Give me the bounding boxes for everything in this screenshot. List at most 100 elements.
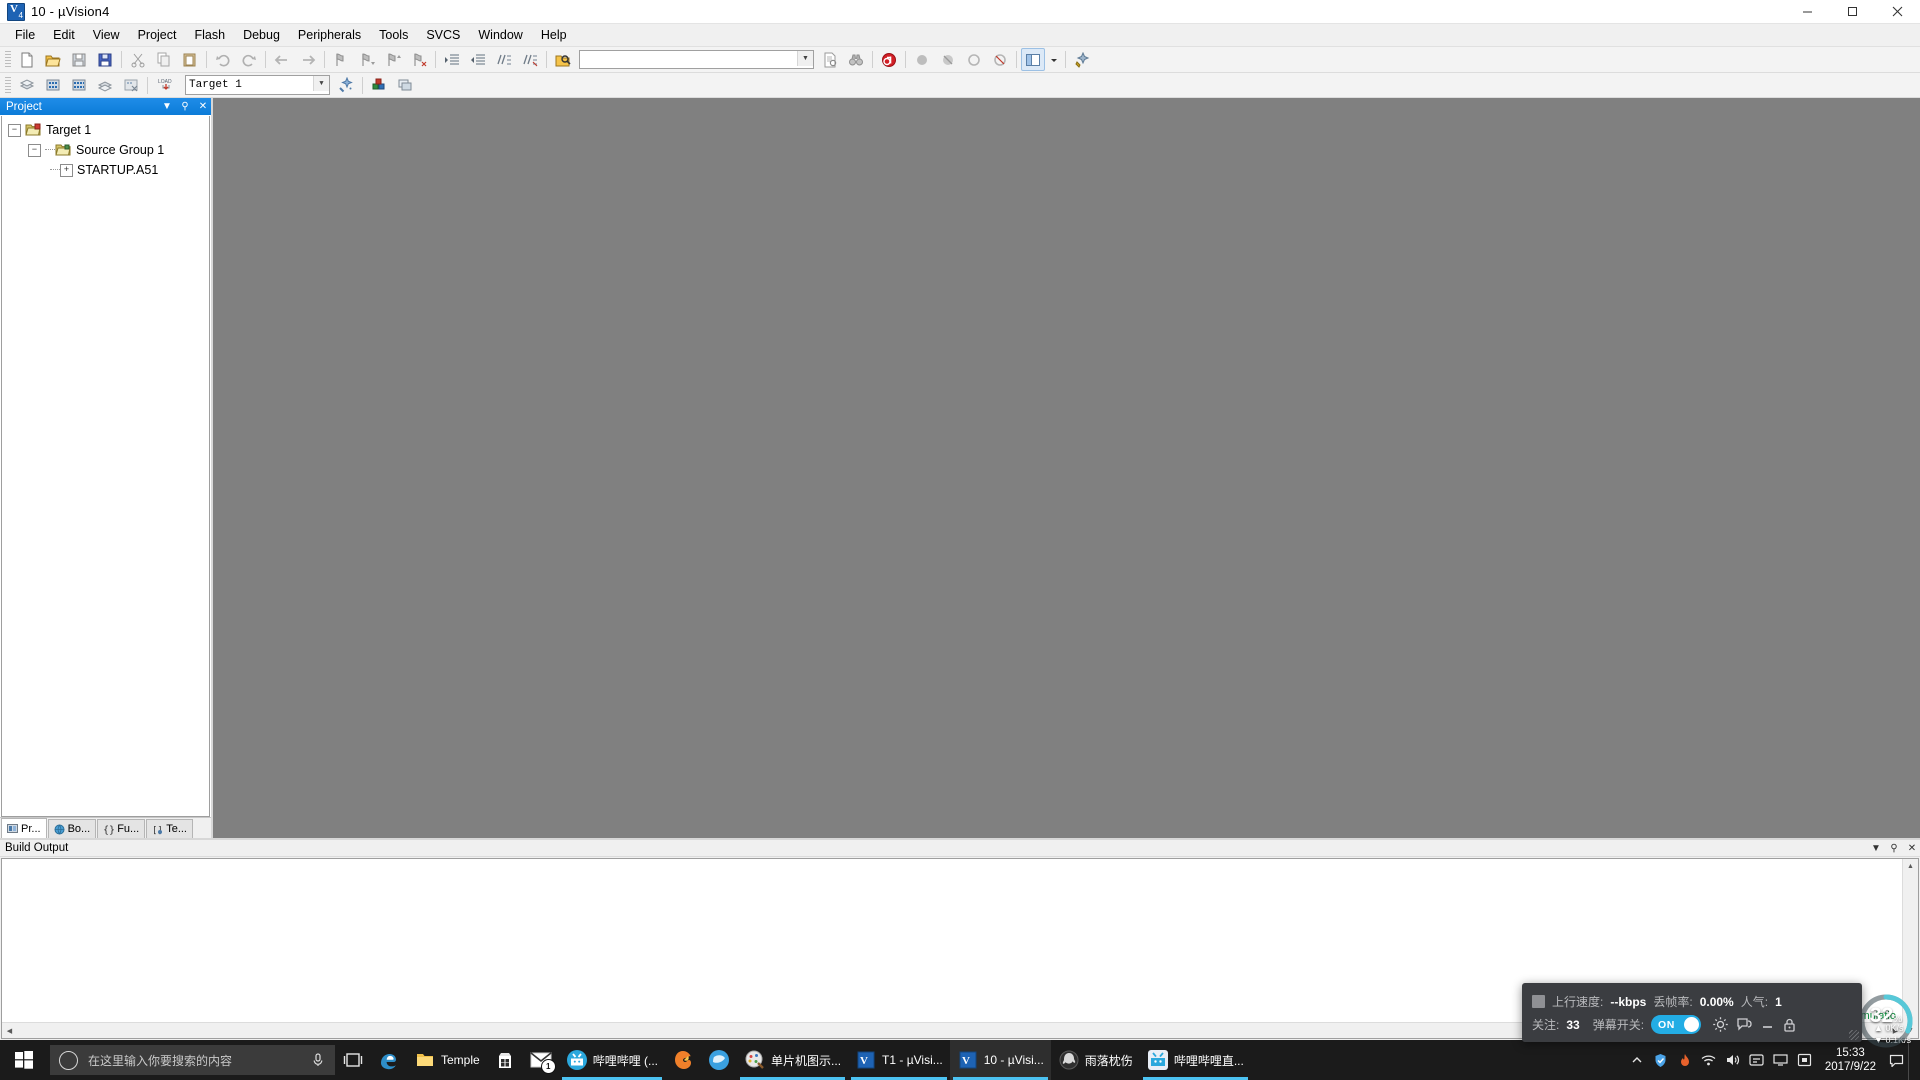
target-options-icon[interactable]	[334, 74, 358, 97]
taskbar-item-paint[interactable]: 单片机图示...	[737, 1040, 848, 1080]
windows-start-icon[interactable]	[0, 1040, 48, 1080]
redo-icon[interactable]	[237, 48, 261, 71]
chevron-down-icon[interactable]: ▼	[797, 51, 813, 66]
toolbar-grip[interactable]	[5, 51, 11, 68]
scroll-up-icon[interactable]: ▲	[1903, 859, 1918, 874]
insert-breakpoint-icon[interactable]	[910, 48, 934, 71]
disable-all-breakpoints-icon[interactable]	[988, 48, 1012, 71]
save-all-icon[interactable]	[93, 48, 117, 71]
batch-build-icon[interactable]	[93, 74, 117, 97]
flame-icon[interactable]	[1673, 1040, 1697, 1080]
panel-menu-icon[interactable]: ▼	[161, 98, 173, 115]
window-layout-icon[interactable]	[1021, 48, 1045, 71]
tree-node-source-group[interactable]: − Source Group 1	[2, 140, 209, 160]
panel-close-icon[interactable]: ✕	[197, 98, 209, 115]
stop-build-icon[interactable]	[119, 74, 143, 97]
translate-file-icon[interactable]	[15, 74, 39, 97]
panel-menu-icon[interactable]: ▼	[1870, 840, 1882, 857]
taskbar-clock[interactable]: 15:33 2017/9/22	[1817, 1046, 1884, 1074]
danmaku-toggle[interactable]: ON	[1651, 1015, 1702, 1034]
build-target-icon[interactable]	[41, 74, 65, 97]
rebuild-all-icon[interactable]	[67, 74, 91, 97]
screen-icon[interactable]	[1793, 1040, 1817, 1080]
maximize-button[interactable]	[1830, 0, 1875, 23]
menu-help[interactable]: Help	[532, 25, 576, 45]
chevron-up-icon[interactable]	[1625, 1040, 1649, 1080]
search-input[interactable]: 在这里输入你要搜索的内容	[50, 1045, 335, 1075]
menu-debug[interactable]: Debug	[234, 25, 289, 45]
scroll-left-icon[interactable]: ◀	[2, 1023, 17, 1038]
editor-client-area[interactable]	[213, 98, 1920, 838]
cpu-usage-dial[interactable]: 32%	[1857, 992, 1915, 1050]
monitor-icon[interactable]	[1769, 1040, 1793, 1080]
input-method-icon[interactable]	[1745, 1040, 1769, 1080]
taskbar-item-temple[interactable]: Temple	[407, 1040, 487, 1080]
menu-flash[interactable]: Flash	[185, 25, 234, 45]
target-select[interactable]: Target 1 ▼	[185, 75, 330, 95]
panel-close-icon[interactable]: ✕	[1906, 840, 1918, 857]
taskbar-item-uvision-t1[interactable]: V T1 - µVisi...	[848, 1040, 950, 1080]
tab-functions[interactable]: {} Fu...	[97, 819, 146, 838]
task-view-button[interactable]	[335, 1040, 371, 1080]
start-debug-session-icon[interactable]	[877, 48, 901, 71]
new-file-icon[interactable]	[15, 48, 39, 71]
close-button[interactable]	[1875, 0, 1920, 23]
tree-expander-icon[interactable]: +	[60, 163, 73, 177]
navigate-back-icon[interactable]	[270, 48, 294, 71]
comment-lines-icon[interactable]	[492, 48, 516, 71]
find-binoculars-icon[interactable]	[844, 48, 868, 71]
menu-edit[interactable]: Edit	[44, 25, 84, 45]
kill-all-breakpoints-icon[interactable]	[936, 48, 960, 71]
download-to-flash-icon[interactable]: LOAD	[152, 74, 180, 97]
manage-components-icon[interactable]	[367, 74, 391, 97]
tree-node-file[interactable]: + STARTUP.A51	[2, 160, 209, 180]
navigate-forward-icon[interactable]	[296, 48, 320, 71]
volume-icon[interactable]	[1721, 1040, 1745, 1080]
menu-tools[interactable]: Tools	[370, 25, 417, 45]
clear-bookmarks-icon[interactable]	[407, 48, 431, 71]
layout-dropdown-arrow-icon[interactable]	[1047, 48, 1061, 71]
tab-templates[interactable]: [] Te...	[146, 819, 193, 838]
find-in-files-icon[interactable]	[551, 48, 575, 71]
taskbar-item-firefox[interactable]	[665, 1040, 701, 1080]
tab-project[interactable]: Pr...	[1, 818, 47, 838]
minimize-button[interactable]	[1785, 0, 1830, 23]
indent-right-icon[interactable]	[440, 48, 464, 71]
uncomment-lines-icon[interactable]	[518, 48, 542, 71]
panel-pin-icon[interactable]: ⚲	[1888, 840, 1900, 857]
shield-icon[interactable]	[1649, 1040, 1673, 1080]
chevron-down-icon[interactable]: ▼	[313, 76, 329, 91]
find-next-icon[interactable]	[818, 48, 842, 71]
configuration-wizard-icon[interactable]	[1070, 48, 1094, 71]
tab-books[interactable]: Bo...	[47, 819, 97, 838]
tree-expander-icon[interactable]: −	[8, 123, 21, 137]
taskbar-item-edge[interactable]	[371, 1040, 407, 1080]
menu-view[interactable]: View	[84, 25, 129, 45]
menu-window[interactable]: Window	[469, 25, 531, 45]
gear-icon[interactable]	[1712, 1016, 1729, 1033]
taskbar-item-qq[interactable]: 雨落枕伤	[1051, 1040, 1140, 1080]
stream-overlay-widget[interactable]: 上行速度: --kbps 丢帧率: 0.00% 人气: 1 关注: 33 弹幕开…	[1522, 983, 1862, 1042]
menu-svcs[interactable]: SVCS	[417, 25, 469, 45]
copy-icon[interactable]	[152, 48, 176, 71]
overlay-resize-handle[interactable]	[1849, 1030, 1859, 1040]
lock-icon[interactable]	[1782, 1017, 1797, 1033]
tree-expander-icon[interactable]: −	[28, 143, 41, 157]
manage-project-items-icon[interactable]	[393, 74, 417, 97]
previous-bookmark-icon[interactable]	[381, 48, 405, 71]
disable-breakpoint-icon[interactable]	[962, 48, 986, 71]
save-file-icon[interactable]	[67, 48, 91, 71]
undo-icon[interactable]	[211, 48, 235, 71]
project-tree[interactable]: − Target 1 − Source Group 1 + STARTUP.A5…	[1, 116, 210, 817]
taskbar-item-store[interactable]	[487, 1040, 523, 1080]
network-icon[interactable]	[1697, 1040, 1721, 1080]
taskbar-item-browser[interactable]	[701, 1040, 737, 1080]
insert-bookmark-icon[interactable]	[329, 48, 353, 71]
toolbar-grip[interactable]	[5, 76, 11, 94]
open-file-icon[interactable]	[41, 48, 65, 71]
taskbar-item-uvision-10[interactable]: V 10 - µVisi...	[949, 1040, 1051, 1080]
microphone-icon[interactable]	[311, 1052, 325, 1071]
paste-icon[interactable]	[178, 48, 202, 71]
menu-file[interactable]: File	[6, 25, 44, 45]
find-combo[interactable]: ▼	[579, 50, 814, 69]
